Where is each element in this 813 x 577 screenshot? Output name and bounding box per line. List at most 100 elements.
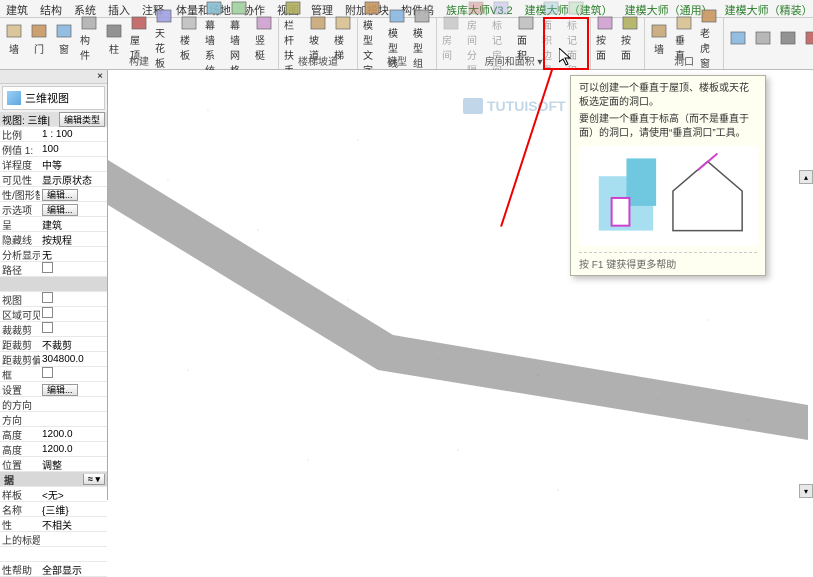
ribbon-item-老虎窗[interactable]: 老虎窗 bbox=[697, 19, 721, 57]
prop-row[interactable]: 例值 1:100 bbox=[0, 142, 107, 157]
checkbox[interactable] bbox=[42, 262, 53, 273]
prop-value[interactable] bbox=[40, 292, 107, 306]
prop-value[interactable]: 调整 bbox=[40, 457, 107, 472]
prop-row[interactable]: 裁裁剪 bbox=[0, 322, 107, 337]
prop-value[interactable]: 编辑... bbox=[40, 203, 107, 216]
prop-value[interactable]: 100 bbox=[40, 144, 107, 155]
prop-row[interactable]: 路径 bbox=[0, 262, 107, 277]
prop-value[interactable]: 1200.0 bbox=[40, 444, 107, 455]
prop-value[interactable]: 不相关 bbox=[40, 517, 107, 532]
ribbon-item-按面[interactable]: 按面 bbox=[593, 19, 617, 57]
ribbon-item-墙[interactable]: 墙 bbox=[647, 19, 671, 57]
ribbon-item-楼梯[interactable]: 楼梯 bbox=[331, 19, 355, 57]
ribbon-item-楼板[interactable]: 楼板 bbox=[177, 19, 201, 57]
ribbon-item-blank[interactable] bbox=[751, 19, 775, 56]
ribbon-item-面积[interactable]: 面积 bbox=[514, 19, 538, 57]
ribbon-item-按面[interactable]: 按面 bbox=[618, 19, 642, 57]
tab-arch[interactable]: 建筑 bbox=[0, 0, 34, 17]
prop-row[interactable]: 名称{三维} bbox=[0, 502, 107, 517]
prop-row[interactable]: 呈建筑 bbox=[0, 217, 107, 232]
prop-row[interactable]: 高度1200.0 bbox=[0, 442, 107, 457]
checkbox[interactable] bbox=[42, 322, 53, 333]
prop-row[interactable]: 设置编辑... bbox=[0, 382, 107, 397]
ribbon-item-窗[interactable]: 窗 bbox=[52, 19, 76, 57]
prop-row[interactable]: 隐藏线按规程 bbox=[0, 232, 107, 247]
ribbon-item-屋顶[interactable]: 屋顶 bbox=[127, 19, 151, 57]
prop-edit-button[interactable]: ≈ ▾ bbox=[83, 474, 105, 485]
scroll-arrow-bottom[interactable]: ▾ bbox=[799, 484, 813, 498]
edit-type-button[interactable]: 编辑类型 bbox=[59, 112, 105, 127]
prop-edit-button[interactable]: 编辑... bbox=[42, 189, 78, 201]
prop-value[interactable]: 显示原状态 bbox=[40, 172, 107, 187]
prop-row[interactable]: 据≈ ▾ bbox=[0, 472, 107, 487]
prop-row[interactable] bbox=[0, 277, 107, 292]
prop-row[interactable]: 框 bbox=[0, 367, 107, 382]
prop-value[interactable]: 按规程 bbox=[40, 232, 107, 247]
panel-close[interactable]: × bbox=[94, 71, 106, 82]
view-type-box[interactable]: 三维视图 bbox=[2, 86, 105, 110]
prop-value[interactable]: <无> bbox=[40, 487, 107, 502]
prop-edit-button[interactable]: 编辑... bbox=[42, 384, 78, 396]
ribbon-item-柱[interactable]: 柱 bbox=[102, 19, 126, 57]
prop-row[interactable]: 距裁剪不裁剪 bbox=[0, 337, 107, 352]
ribbon-item-坡道[interactable]: 坡道 bbox=[306, 19, 330, 57]
prop-value[interactable]: ≈ ▾ bbox=[42, 474, 107, 485]
prop-row[interactable]: 可见性显示原状态 bbox=[0, 172, 107, 187]
prop-row[interactable]: 高度1200.0 bbox=[0, 427, 107, 442]
checkbox[interactable] bbox=[42, 292, 53, 303]
prop-value[interactable]: 1200.0 bbox=[40, 429, 107, 440]
scroll-arrow-top[interactable]: ▴ bbox=[799, 170, 813, 184]
prop-row[interactable]: 分析显示样式无 bbox=[0, 247, 107, 262]
prop-value[interactable]: 建筑 bbox=[40, 217, 107, 232]
prop-row[interactable]: 区域可见 bbox=[0, 307, 107, 322]
ribbon-item-blank[interactable] bbox=[776, 19, 800, 56]
tab-jmds3[interactable]: 建模大师（精装） bbox=[719, 0, 813, 17]
ribbon-item-blank[interactable] bbox=[801, 19, 813, 56]
prop-row[interactable]: 示选项编辑... bbox=[0, 202, 107, 217]
prop-row[interactable] bbox=[0, 547, 107, 562]
tab-struct[interactable]: 结构 bbox=[34, 0, 68, 17]
ribbon-item-标记房间[interactable]: 标记房间 bbox=[489, 19, 513, 57]
ribbon-item-墙[interactable]: 墙 bbox=[2, 19, 26, 57]
prop-row[interactable]: 视图 bbox=[0, 292, 107, 307]
ribbon-item-幕墙系统[interactable]: 幕墙系统 bbox=[202, 19, 226, 57]
ribbon-item-竖梃[interactable]: 竖梃 bbox=[252, 19, 276, 57]
prop-value[interactable] bbox=[40, 262, 107, 276]
prop-value[interactable]: 1 : 100 bbox=[40, 129, 107, 140]
ribbon-item-模型线[interactable]: 模型线 bbox=[385, 19, 409, 57]
prop-value[interactable]: 编辑... bbox=[40, 188, 107, 201]
checkbox[interactable] bbox=[42, 307, 53, 318]
prop-value[interactable]: 全部显示 bbox=[40, 562, 107, 577]
prop-row[interactable]: 性帮助全部显示 bbox=[0, 562, 107, 577]
ribbon-item-模型组[interactable]: 模型组 bbox=[410, 19, 434, 57]
checkbox[interactable] bbox=[42, 367, 53, 378]
prop-row[interactable]: 的方向 bbox=[0, 397, 107, 412]
prop-value[interactable]: {三维} bbox=[40, 502, 107, 517]
prop-value[interactable] bbox=[40, 322, 107, 336]
prop-row[interactable]: 性/图形替换编辑... bbox=[0, 187, 107, 202]
ribbon-item-幕墙网格[interactable]: 幕墙网格 bbox=[227, 19, 251, 57]
prop-row[interactable]: 距裁剪偏移304800.0 bbox=[0, 352, 107, 367]
ribbon-item-blank[interactable] bbox=[726, 19, 750, 56]
ribbon-item-房间[interactable]: 房间 bbox=[439, 19, 463, 57]
ribbon-item-模型文字[interactable]: 模型文字 bbox=[360, 19, 384, 57]
ribbon-item-天花板[interactable]: 天花板 bbox=[152, 19, 176, 57]
prop-row[interactable]: 详程度中等 bbox=[0, 157, 107, 172]
prop-value[interactable] bbox=[40, 307, 107, 321]
prop-value[interactable] bbox=[40, 367, 107, 381]
prop-row[interactable]: 比例1 : 100 bbox=[0, 127, 107, 142]
prop-value[interactable]: 无 bbox=[40, 247, 107, 262]
prop-row[interactable]: 位置调整 bbox=[0, 457, 107, 472]
prop-row[interactable]: 上的标题 bbox=[0, 532, 107, 547]
ribbon-item-构件[interactable]: 构件 bbox=[77, 19, 101, 57]
ribbon-item-房间分隔[interactable]: 房间分隔 bbox=[464, 19, 488, 57]
prop-row[interactable]: 方向 bbox=[0, 412, 107, 427]
prop-value[interactable]: 中等 bbox=[40, 157, 107, 172]
prop-value[interactable]: 编辑... bbox=[40, 383, 107, 396]
ribbon-item-栏杆扶手[interactable]: 栏杆扶手 bbox=[281, 19, 305, 57]
prop-value[interactable]: 304800.0 bbox=[40, 354, 107, 365]
ribbon-item-垂直[interactable]: 垂直 bbox=[672, 19, 696, 57]
prop-edit-button[interactable]: 编辑... bbox=[42, 204, 78, 216]
prop-row[interactable]: 性不相关 bbox=[0, 517, 107, 532]
prop-value[interactable]: 不裁剪 bbox=[40, 337, 107, 352]
